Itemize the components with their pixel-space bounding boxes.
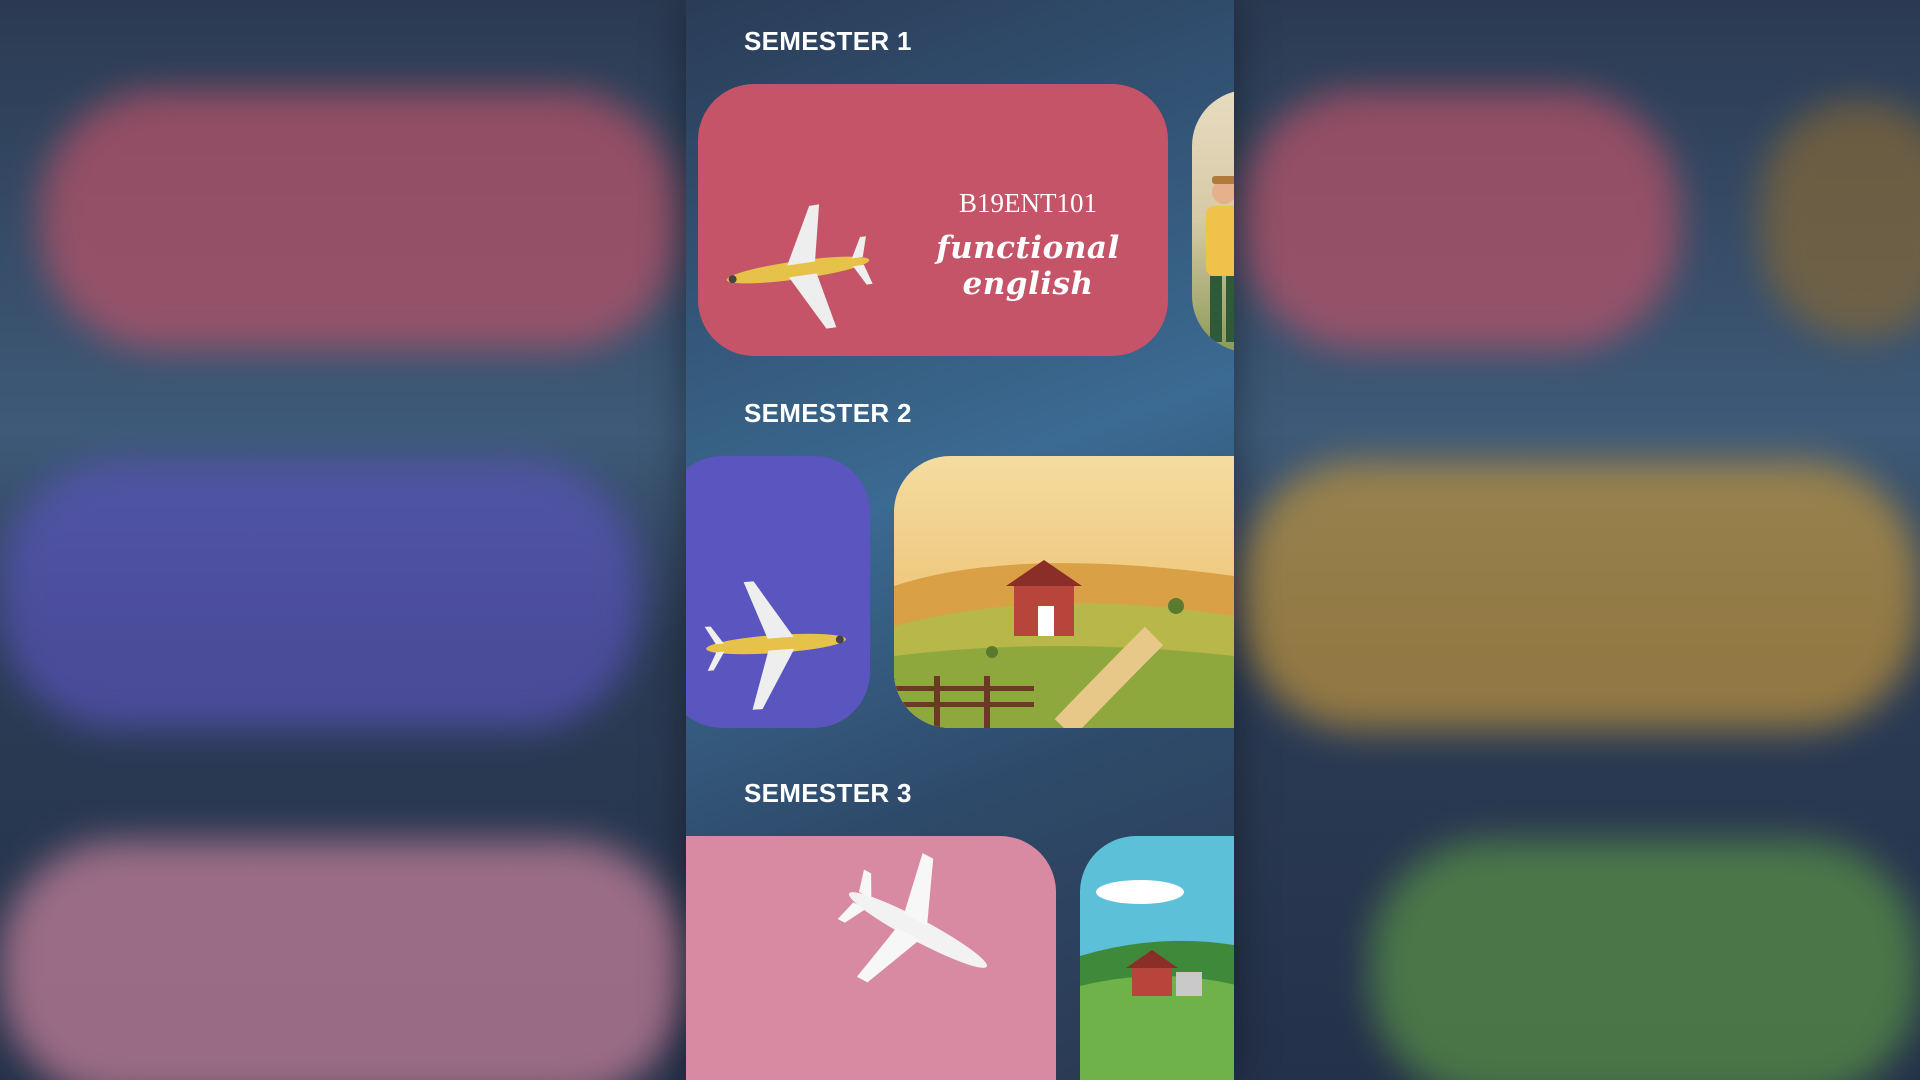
course-name: functional english	[936, 230, 1120, 302]
course-card-airplane-blue[interactable]	[686, 456, 870, 728]
airplane-icon	[726, 204, 873, 329]
app-screen: SEMESTER 1 B19ENT101 functional english …	[686, 0, 1234, 1080]
course-card-airplane-pink[interactable]	[686, 836, 1056, 1080]
semester-3-title: SEMESTER 3	[744, 778, 912, 808]
course-card-farmer[interactable]	[1192, 90, 1234, 352]
semester-1-title: SEMESTER 1	[744, 26, 912, 56]
semester-2-title: SEMESTER 2	[744, 398, 912, 428]
course-code: B19ENT101	[959, 188, 1097, 218]
course-card-functional-english[interactable]: B19ENT101 functional english	[698, 84, 1168, 356]
course-card-barn-farm[interactable]	[894, 456, 1234, 728]
course-card-barn-meadow[interactable]	[1080, 836, 1234, 1080]
airplane-icon	[704, 581, 846, 710]
farmer-icon	[1206, 176, 1234, 342]
airplane-icon	[837, 853, 988, 983]
barn-illustration-icon	[894, 456, 1234, 728]
barn-meadow-icon	[1080, 836, 1234, 1080]
